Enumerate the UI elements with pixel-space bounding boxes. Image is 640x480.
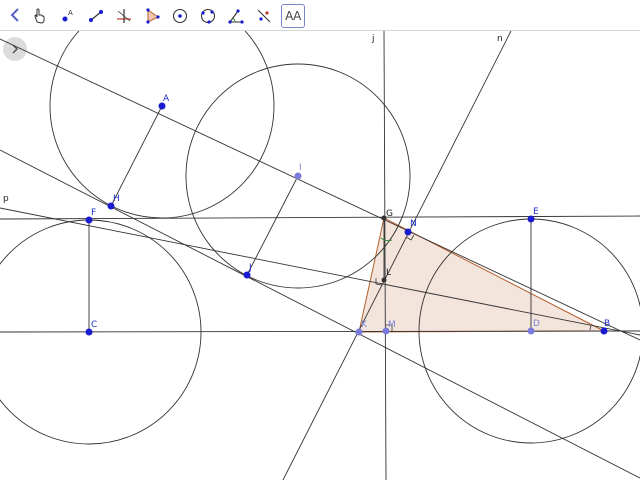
svg-text:A: A	[68, 9, 73, 17]
label-j: J	[248, 263, 252, 273]
point-tool-icon[interactable]: A	[56, 4, 80, 28]
point-n[interactable]	[404, 228, 412, 236]
label-e: E	[533, 207, 539, 217]
label-b: B	[604, 319, 610, 329]
line-f-b[interactable]	[0, 207, 640, 336]
line-a-b[interactable]	[0, 38, 640, 341]
graphics-view[interactable]: A H I J F C G N L K M E D B j n p	[0, 31, 640, 480]
angle-tool-icon[interactable]	[224, 4, 248, 28]
line-base[interactable]	[0, 330, 640, 333]
label-d: D	[533, 319, 540, 329]
point-i[interactable]	[294, 172, 302, 180]
label-g: G	[386, 209, 393, 219]
segment-a-h[interactable]	[110, 105, 163, 207]
circle-a[interactable]	[49, 31, 275, 219]
move-tool-icon[interactable]	[27, 4, 51, 28]
reflect-tool-icon[interactable]	[252, 4, 276, 28]
label-h: H	[113, 194, 120, 204]
style-label: AA	[285, 9, 301, 23]
label-line-n: n	[497, 34, 503, 44]
point-l[interactable]	[381, 277, 387, 283]
perpendicular-line-tool-icon[interactable]	[112, 4, 136, 28]
label-l: L	[386, 268, 391, 278]
back-icon[interactable]	[4, 4, 26, 26]
label-c: C	[91, 320, 97, 330]
line-n[interactable]	[282, 31, 512, 480]
style-bar-toggle[interactable]: AA	[281, 4, 305, 28]
label-m: M	[388, 320, 396, 330]
segment-tool-icon[interactable]	[84, 4, 108, 28]
circle-center-point-tool-icon[interactable]	[168, 4, 192, 28]
label-i: I	[299, 163, 302, 173]
toolbar: A AA	[0, 0, 640, 31]
label-line-j: j	[371, 34, 375, 44]
polygon-tool-icon[interactable]	[140, 4, 164, 28]
label-n: N	[410, 219, 417, 229]
segment-i-j[interactable]	[246, 175, 299, 276]
label-line-p: p	[3, 194, 9, 204]
circle-three-points-tool-icon[interactable]	[196, 4, 220, 28]
triangle-gkb[interactable]	[358, 217, 605, 333]
label-a: A	[163, 94, 170, 104]
label-f: F	[91, 208, 96, 218]
